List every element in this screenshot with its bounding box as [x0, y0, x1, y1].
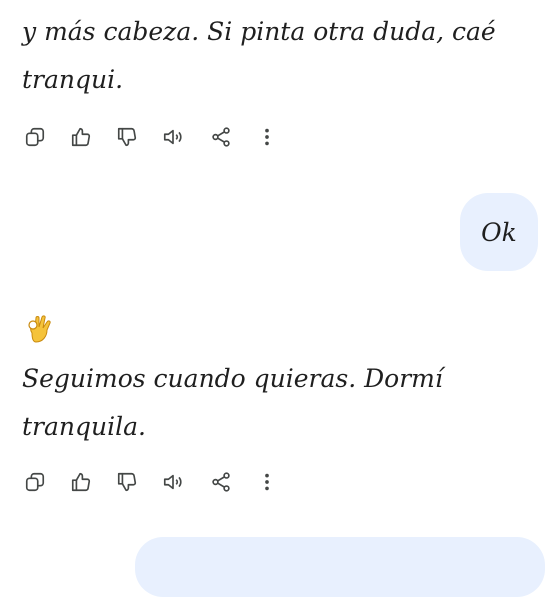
user-message-text: Ok [481, 217, 517, 247]
message-line: Seguimos cuando quieras. Dormí [22, 364, 443, 393]
speaker-icon [163, 474, 182, 490]
thumbs-up-button[interactable] [66, 467, 96, 497]
more-vert-icon [265, 473, 269, 491]
message-line: y más cabeza. Si pinta otra duda, caé [22, 17, 496, 46]
user-message-bubble-partial [135, 537, 545, 597]
copy-icon [25, 127, 45, 147]
share-button[interactable] [206, 122, 236, 152]
read-aloud-button[interactable] [158, 122, 188, 152]
copy-button[interactable] [20, 467, 50, 497]
more-options-button[interactable] [252, 467, 282, 497]
message-line: tranquila. [22, 412, 146, 441]
share-icon [212, 472, 230, 492]
thumbs-down-button[interactable] [112, 122, 142, 152]
user-message-bubble: Ok [460, 193, 538, 271]
share-button[interactable] [206, 467, 236, 497]
message-line: tranqui. [22, 65, 124, 94]
assistant-message-2: Seguimos cuando quieras. Dormí tranquila… [22, 355, 532, 451]
thumbs-down-icon [117, 127, 137, 147]
assistant-message-1: y más cabeza. Si pinta otra duda, caé tr… [22, 8, 532, 104]
share-icon [212, 127, 230, 147]
read-aloud-button[interactable] [158, 467, 188, 497]
more-vert-icon [265, 128, 269, 146]
thumbs-down-button[interactable] [112, 467, 142, 497]
thumbs-up-button[interactable] [66, 122, 96, 152]
more-options-button[interactable] [252, 122, 282, 152]
copy-icon [25, 472, 45, 492]
speaker-icon [163, 129, 182, 145]
ok-hand-emoji [22, 311, 58, 347]
thumbs-up-icon [71, 472, 91, 492]
thumbs-down-icon [117, 472, 137, 492]
thumbs-up-icon [71, 127, 91, 147]
copy-button[interactable] [20, 122, 50, 152]
